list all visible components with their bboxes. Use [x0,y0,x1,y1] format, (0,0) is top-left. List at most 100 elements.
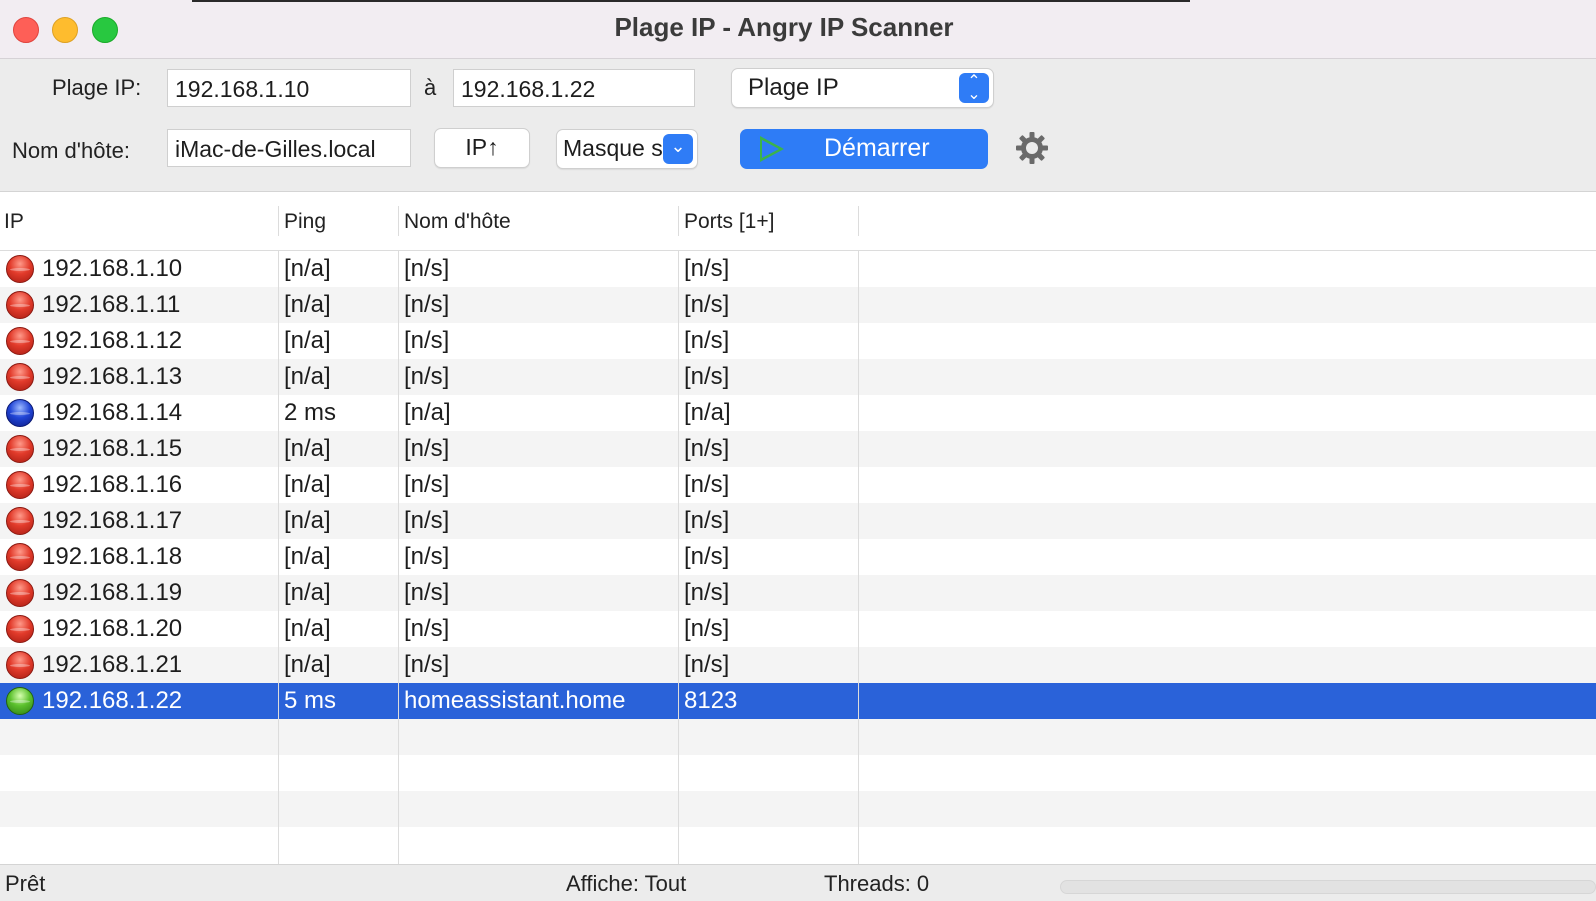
empty-row [0,719,1596,755]
status-dot-icon [6,543,34,571]
ping-cell: 2 ms [284,399,337,426]
play-icon-inner [762,140,779,158]
ports-cell: 8123 [684,687,738,714]
table-row[interactable]: 192.168.1.12 [n/a] [n/s] [n/s] [0,323,1596,359]
status-dot-icon [6,471,34,499]
results-table[interactable]: IP Ping Nom d'hôte Ports [1+] 192.168.1.… [0,192,1596,864]
status-display-filter[interactable]: Affiche: Tout [566,871,686,897]
column-separator[interactable] [398,206,399,236]
column-header-ports[interactable]: Ports [1+] [684,210,774,234]
column-divider [278,251,279,864]
hostname-label: Nom d'hôte: [12,138,130,163]
ports-cell: [n/a] [684,399,731,426]
table-row[interactable]: 192.168.1.16 [n/a] [n/s] [n/s] [0,467,1596,503]
column-divider [398,251,399,864]
status-dot-icon [6,615,34,643]
column-separator[interactable] [278,206,279,236]
ip-cell: 192.168.1.15 [42,435,183,462]
table-row[interactable]: 192.168.1.21 [n/a] [n/s] [n/s] [0,647,1596,683]
hostname-input[interactable]: iMac-de-Gilles.local [167,129,411,167]
table-header: IP Ping Nom d'hôte Ports [1+] [0,192,1596,251]
status-dot-icon [6,399,34,427]
feeder-select[interactable]: Plage IP ⌃ ⌄ [731,68,994,108]
scan-progress-bar [1060,880,1596,894]
ping-cell: [n/a] [284,471,331,498]
table-row[interactable]: 192.168.1.14 2 ms [n/a] [n/a] [0,395,1596,431]
status-dot-icon [6,291,34,319]
ping-cell: [n/a] [284,363,331,390]
ports-cell: [n/s] [684,507,730,534]
ports-cell: [n/s] [684,363,730,390]
title-bar: Plage IP - Angry IP Scanner [0,0,1596,59]
hostname-cell: [n/s] [404,579,450,606]
status-threads: Threads: 0 [824,871,930,896]
hostname-cell: [n/s] [404,255,450,282]
hostname-cell: [n/s] [404,615,450,642]
empty-row [0,791,1596,827]
column-header-ping[interactable]: Ping [284,210,326,234]
hostname-cell: [n/s] [404,435,450,462]
table-row[interactable]: 192.168.1.10 [n/a] [n/s] [n/s] [0,251,1596,287]
ping-cell: [n/a] [284,327,331,354]
table-row[interactable]: 192.168.1.22 5 ms homeassistant.home 812… [0,683,1596,719]
ports-cell: [n/s] [684,471,730,498]
hostname-cell: homeassistant.home [404,687,626,714]
toolbar: Plage IP: 192.168.1.10 à 192.168.1.22 Pl… [0,59,1596,223]
ports-cell: [n/s] [684,255,730,282]
table-row[interactable]: 192.168.1.15 [n/a] [n/s] [n/s] [0,431,1596,467]
window-title: Plage IP - Angry IP Scanner [614,12,954,42]
hostname-cell: [n/s] [404,291,450,318]
table-row[interactable]: 192.168.1.20 [n/a] [n/s] [n/s] [0,611,1596,647]
ping-cell: [n/a] [284,435,331,462]
ip-cell: 192.168.1.22 [42,687,183,714]
ip-start-input[interactable]: 192.168.1.10 [167,69,411,107]
ping-cell: [n/a] [284,651,331,678]
gear-icon[interactable] [1015,131,1049,165]
hostname-cell: [n/a] [404,399,451,426]
ports-cell: [n/s] [684,651,730,678]
column-header-ip[interactable]: IP [4,210,24,234]
hostname-cell: [n/s] [404,363,450,390]
table-row[interactable]: 192.168.1.13 [n/a] [n/s] [n/s] [0,359,1596,395]
ping-cell: [n/a] [284,579,331,606]
table-row[interactable]: 192.168.1.18 [n/a] [n/s] [n/s] [0,539,1596,575]
ports-cell: [n/s] [684,291,730,318]
empty-row [0,755,1596,791]
ports-cell: [n/s] [684,579,730,606]
column-separator[interactable] [678,206,679,236]
ports-cell: [n/s] [684,435,730,462]
ping-cell: 5 ms [284,687,337,714]
status-dot-icon [6,363,34,391]
to-label: à [424,75,437,100]
hostname-cell: [n/s] [404,327,450,354]
hostname-cell: [n/s] [404,507,450,534]
ip-cell: 192.168.1.18 [42,543,183,570]
updown-stepper-icon: ⌃ ⌄ [959,73,989,103]
chevron-down-icon: ⌄ [663,134,693,164]
hostname-cell: [n/s] [404,471,450,498]
hostname-cell: [n/s] [404,651,450,678]
column-separator[interactable] [858,206,859,236]
feeder-select-value: Plage IP [748,74,839,101]
ip-up-button[interactable]: IP↑ [434,128,530,168]
ip-cell: 192.168.1.11 [42,291,181,318]
ip-cell: 192.168.1.17 [42,507,183,534]
window-top-edge [192,0,1190,2]
ports-cell: [n/s] [684,327,730,354]
ping-cell: [n/a] [284,291,331,318]
table-row[interactable]: 192.168.1.17 [n/a] [n/s] [n/s] [0,503,1596,539]
ping-cell: [n/a] [284,615,331,642]
hostname-cell: [n/s] [404,543,450,570]
status-dot-icon [6,687,34,715]
column-header-hostname[interactable]: Nom d'hôte [404,210,511,234]
ports-cell: [n/s] [684,543,730,570]
ip-cell: 192.168.1.14 [42,399,183,426]
table-row[interactable]: 192.168.1.11 [n/a] [n/s] [n/s] [0,287,1596,323]
status-dot-icon [6,255,34,283]
netmask-select[interactable]: Masque s ⌄ [556,129,698,169]
start-button[interactable]: Démarrer [740,129,988,169]
ip-end-input[interactable]: 192.168.1.22 [453,69,695,107]
status-dot-icon [6,327,34,355]
status-dot-icon [6,435,34,463]
table-row[interactable]: 192.168.1.19 [n/a] [n/s] [n/s] [0,575,1596,611]
